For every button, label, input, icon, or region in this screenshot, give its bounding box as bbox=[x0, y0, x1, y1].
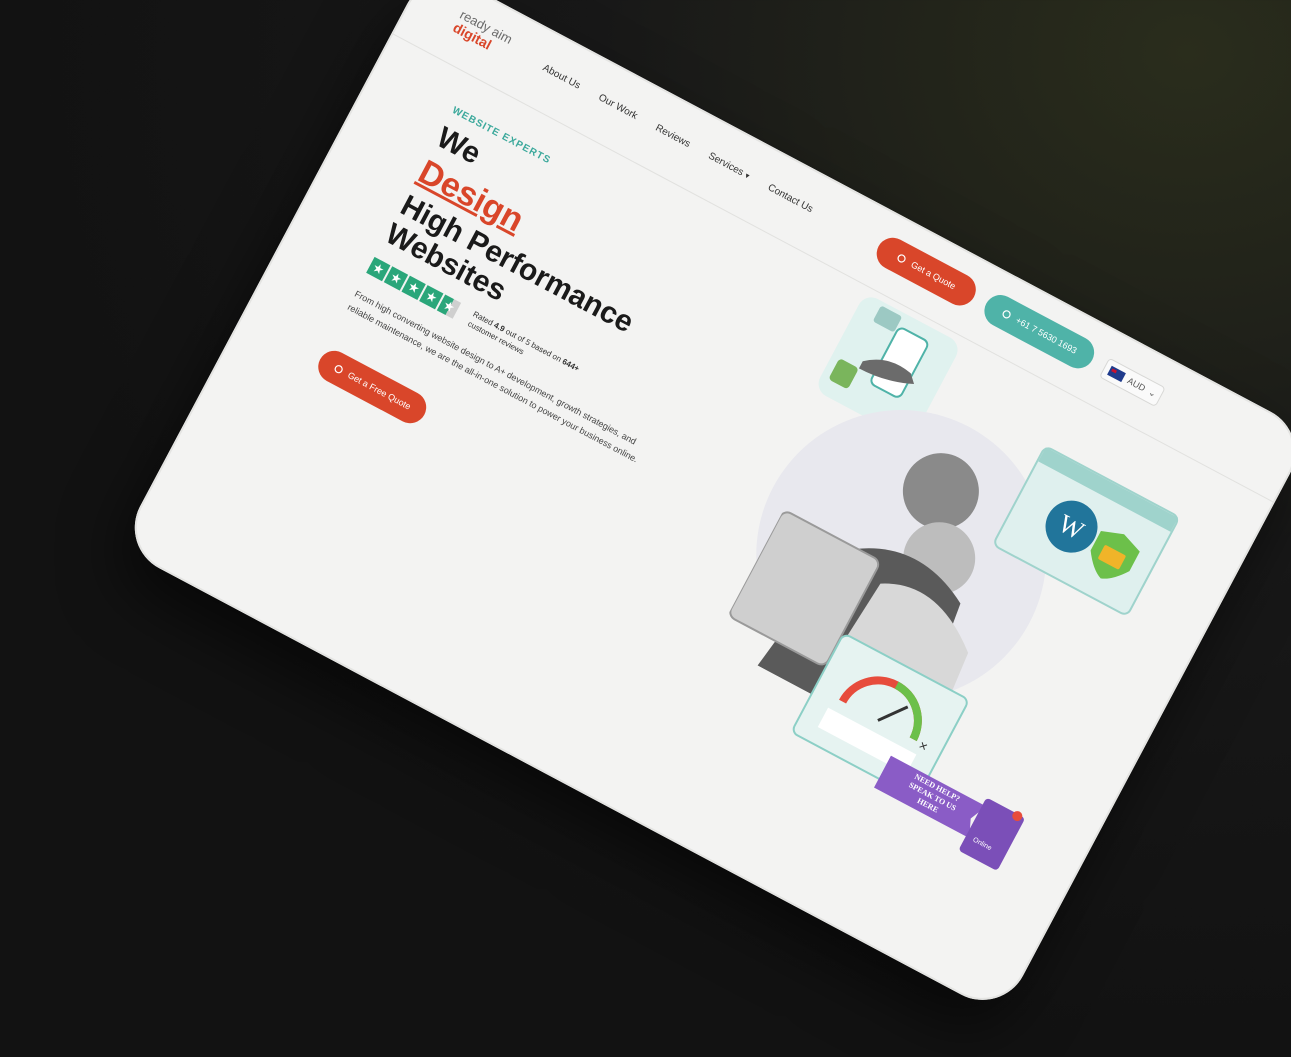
chevron-down-icon: ▾ bbox=[743, 170, 752, 181]
rating-count: 644+ bbox=[560, 356, 581, 374]
tablet-device: ready aim digital About Us Our Work Revi… bbox=[118, 0, 1291, 1017]
australia-flag-icon bbox=[1107, 365, 1126, 383]
phone-icon bbox=[1002, 310, 1011, 319]
backdrop: ready aim digital About Us Our Work Revi… bbox=[0, 0, 1291, 1057]
currency-label: AUD bbox=[1125, 375, 1148, 394]
brand-logo[interactable]: ready aim digital bbox=[450, 7, 526, 66]
nav-contact-us[interactable]: Contact Us bbox=[766, 182, 815, 215]
get-a-quote-label: Get a Quote bbox=[909, 259, 958, 292]
nav-our-work[interactable]: Our Work bbox=[596, 92, 639, 122]
chat-icon bbox=[334, 365, 343, 374]
main-nav: About Us Our Work Reviews Services▾ Cont… bbox=[541, 63, 815, 216]
phone-label: +61 7 5630 1693 bbox=[1014, 315, 1079, 356]
nav-services[interactable]: Services▾ bbox=[706, 151, 751, 182]
nav-reviews[interactable]: Reviews bbox=[654, 123, 693, 150]
get-free-quote-button[interactable]: Get a Free Quote bbox=[312, 345, 432, 429]
currency-selector[interactable]: AUD ⌄ bbox=[1098, 357, 1166, 408]
chat-icon bbox=[897, 254, 907, 263]
get-free-quote-label: Get a Free Quote bbox=[346, 369, 413, 412]
chevron-down-icon: ⌄ bbox=[1147, 386, 1159, 399]
phone-button[interactable]: +61 7 5630 1693 bbox=[978, 289, 1100, 375]
nav-services-label: Services bbox=[706, 150, 746, 179]
get-a-quote-button[interactable]: Get a Quote bbox=[871, 232, 982, 312]
nav-about-us[interactable]: About Us bbox=[541, 63, 582, 92]
website-screen: ready aim digital About Us Our Work Revi… bbox=[119, 0, 1291, 1016]
